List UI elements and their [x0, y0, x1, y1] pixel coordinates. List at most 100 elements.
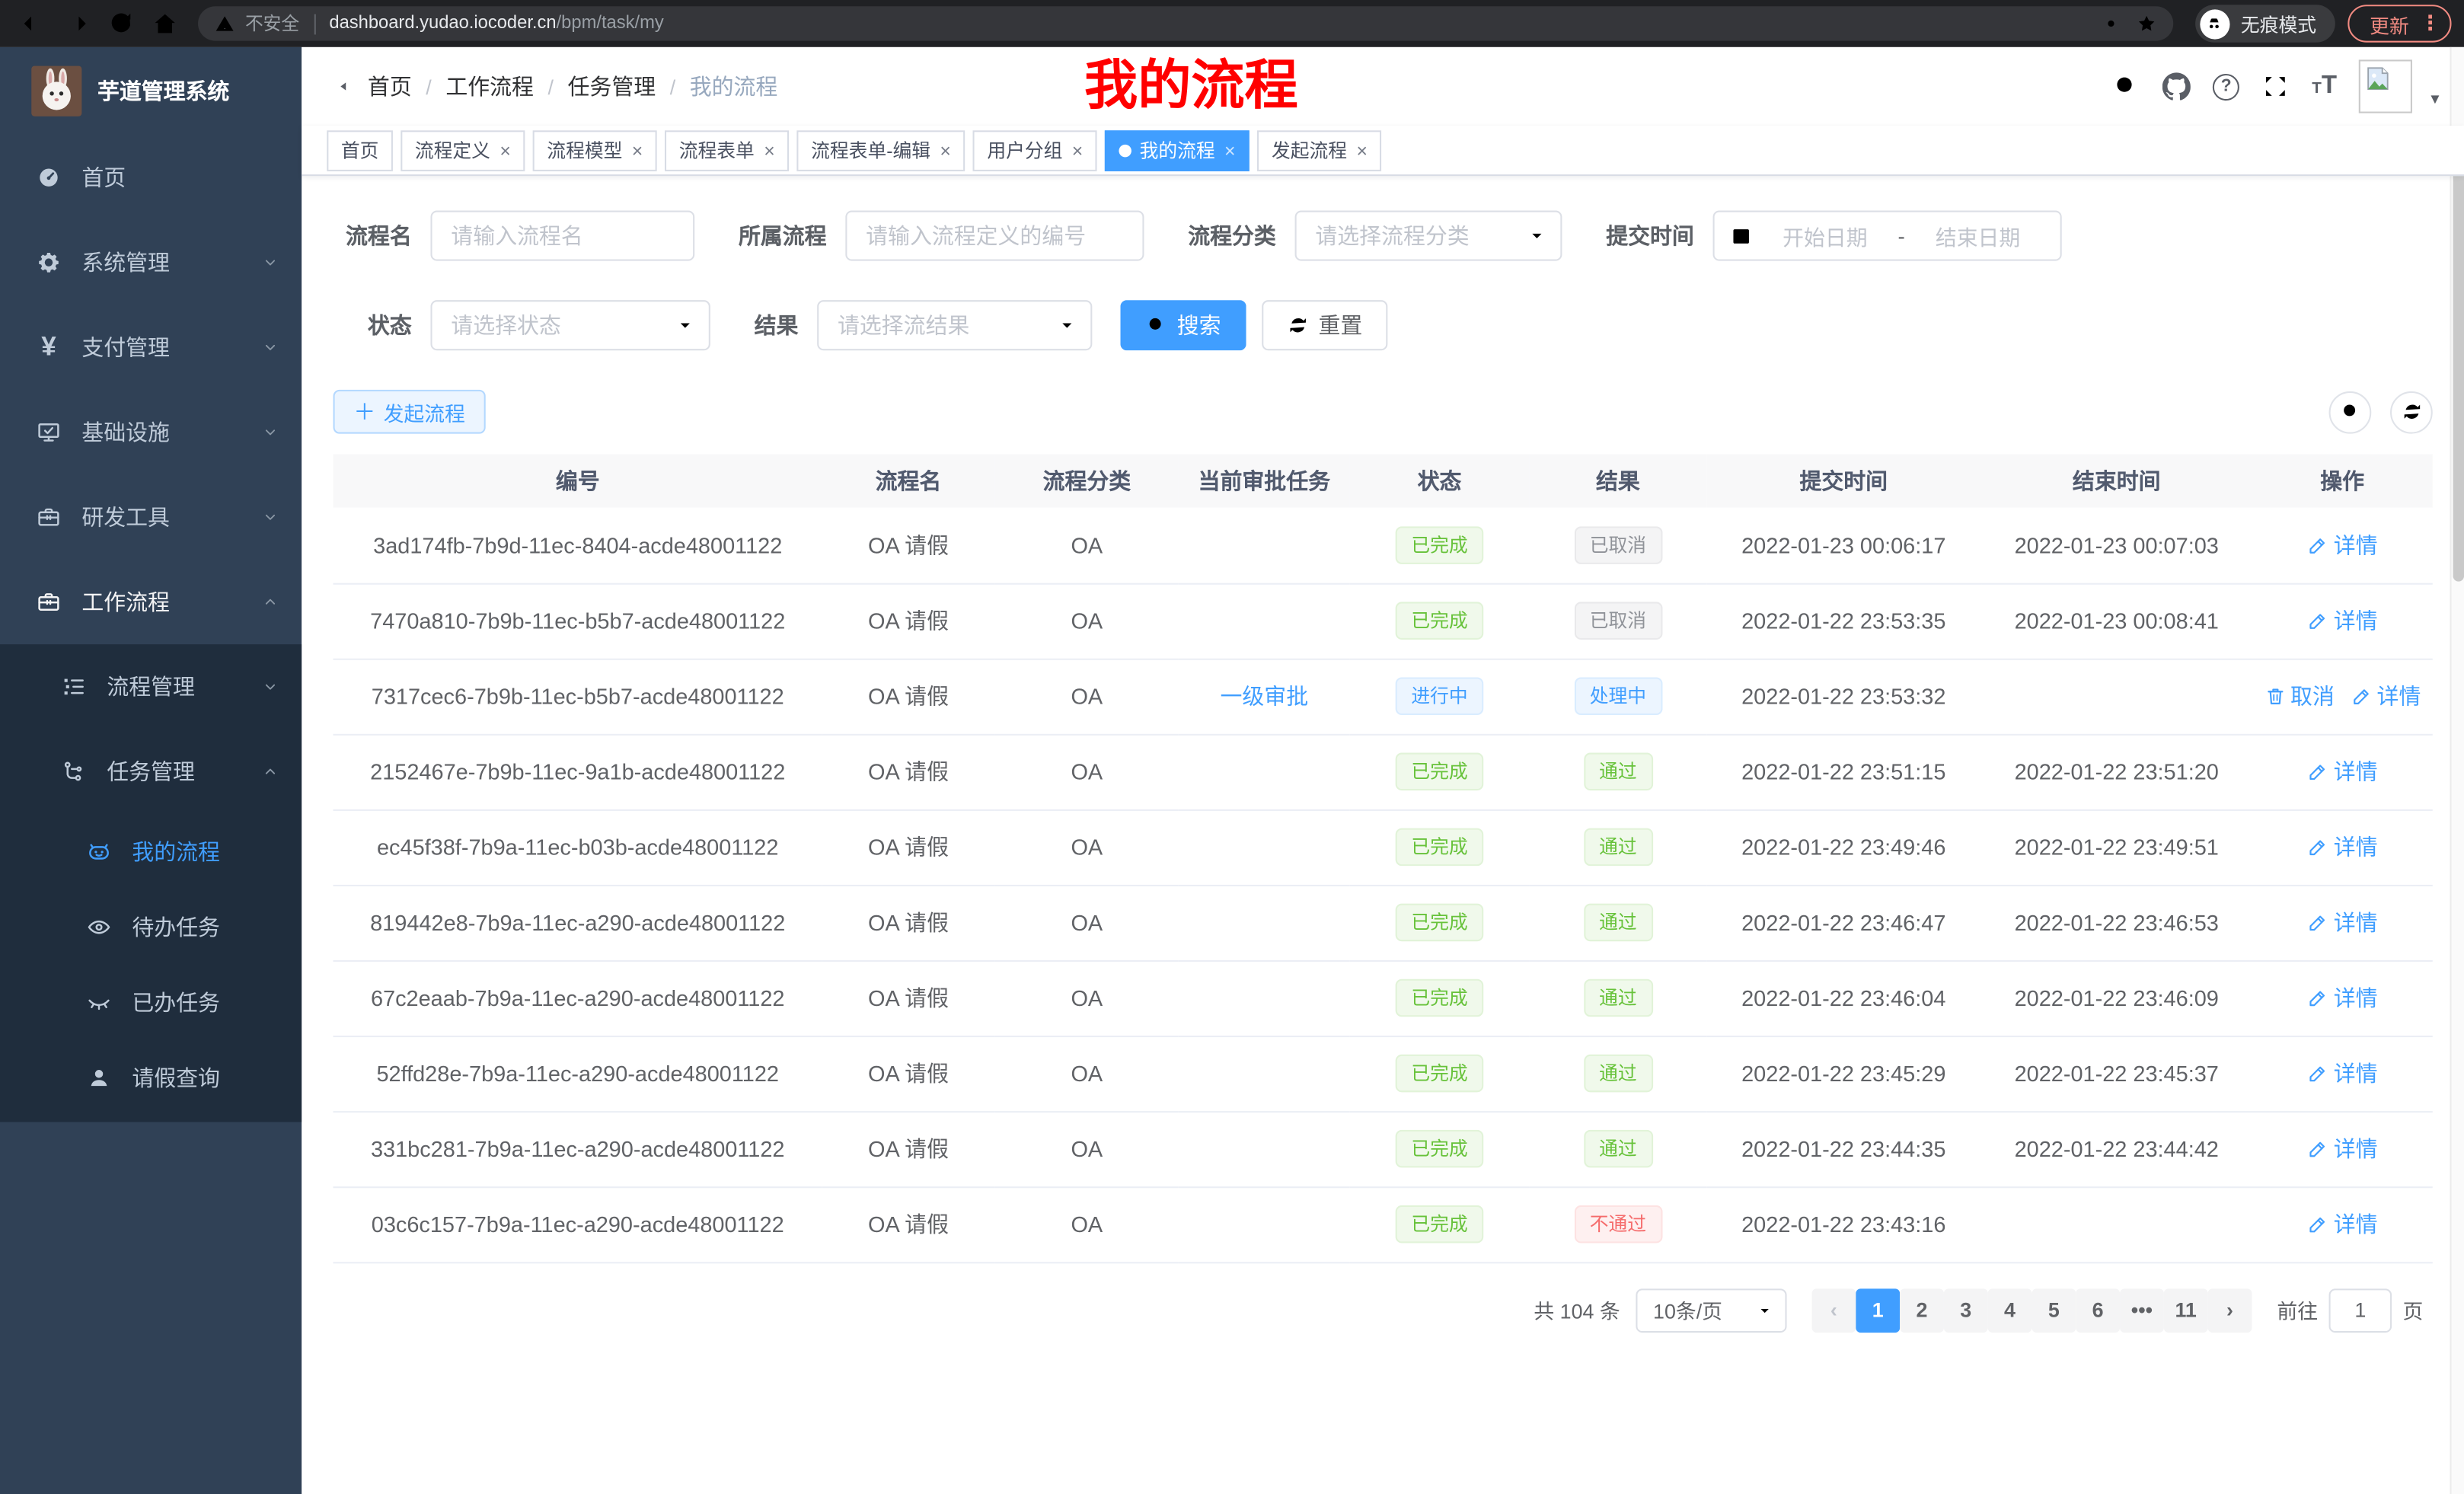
calendar-icon: [1730, 225, 1752, 247]
security-label[interactable]: 不安全: [245, 11, 299, 36]
browser-back-icon[interactable]: [13, 3, 54, 44]
more-pages-button[interactable]: •••: [2120, 1288, 2164, 1332]
sidebar-item-done-tasks[interactable]: 已办任务: [0, 965, 302, 1040]
tab-process-model[interactable]: 流程模型×: [533, 129, 657, 171]
header-search-icon[interactable]: [2112, 72, 2140, 101]
sidebar-item-my-process[interactable]: 我的流程: [0, 814, 302, 889]
detail-action-link[interactable]: 详情: [2307, 1133, 2378, 1164]
detail-action-link[interactable]: 详情: [2307, 907, 2378, 938]
detail-action-link[interactable]: 详情: [2307, 1058, 2378, 1089]
close-tab-icon[interactable]: ×: [764, 141, 774, 160]
scrollbar-thumb[interactable]: [2453, 142, 2464, 582]
cell-id: 2152467e-7b9b-11ec-9a1b-acde48001122: [334, 734, 822, 809]
current-task-link[interactable]: 一级审批: [1221, 681, 1309, 712]
page-button-5[interactable]: 5: [2032, 1288, 2076, 1332]
detail-action-link[interactable]: 详情: [2350, 681, 2421, 712]
sidebar-item-label: 我的流程: [132, 836, 220, 867]
avatar-broken-image[interactable]: [2359, 59, 2412, 113]
sidebar-item-leave-query[interactable]: 请假查询: [0, 1040, 302, 1116]
close-tab-icon[interactable]: ×: [1356, 141, 1367, 160]
detail-action-link[interactable]: 详情: [2307, 529, 2378, 560]
sidebar-item-home[interactable]: 首页: [0, 135, 302, 219]
help-icon[interactable]: ?: [2213, 73, 2239, 100]
breadcrumb-item[interactable]: 首页: [368, 71, 412, 102]
sidebar-item-infrastructure[interactable]: 基础设施: [0, 390, 302, 474]
page-size-select[interactable]: 10条/页: [1636, 1288, 1786, 1332]
sidebar-item-workflow[interactable]: 工作流程: [0, 560, 302, 644]
tab-my-process[interactable]: 我的流程×: [1105, 129, 1250, 171]
cell-id: 3ad174fb-7b9d-11ec-8404-acde48001122: [334, 508, 822, 583]
process-definition-input[interactable]: [845, 211, 1144, 261]
result-badge: 处理中: [1574, 677, 1662, 715]
cancel-action-link[interactable]: 取消: [2264, 681, 2335, 712]
column-header: 结束时间: [1981, 454, 2252, 507]
tab-process-form[interactable]: 流程表单×: [665, 129, 789, 171]
sidebar: 芋道管理系统 首页系统管理¥支付管理基础设施研发工具工作流程 流程管理任务管理我…: [0, 47, 302, 1494]
refresh-table-button[interactable]: [2390, 391, 2433, 433]
page-button-4[interactable]: 4: [1988, 1288, 2032, 1332]
tab-start-process[interactable]: 发起流程×: [1257, 129, 1381, 171]
search-button[interactable]: 搜索: [1120, 300, 1246, 350]
sidebar-item-dev-tools[interactable]: 研发工具: [0, 474, 302, 559]
sidebar-item-process-management[interactable]: 流程管理: [0, 644, 302, 729]
status-badge: 已完成: [1396, 602, 1484, 640]
page-button-3[interactable]: 3: [1944, 1288, 1988, 1332]
font-size-icon[interactable]: TT: [2312, 74, 2337, 99]
status-select[interactable]: 请选择状态: [430, 300, 710, 350]
avatar-caret-icon[interactable]: ▼: [2428, 91, 2442, 107]
show-search-toggle-button[interactable]: [2329, 391, 2372, 433]
cell-result: 已取消: [1530, 583, 1706, 659]
browser-update-button[interactable]: 更新 ⋮: [2348, 5, 2451, 43]
tab-process-definition[interactable]: 流程定义×: [401, 129, 525, 171]
goto-prefix-label: 前往: [2277, 1295, 2318, 1325]
tab-user-group[interactable]: 用户分组×: [973, 129, 1097, 171]
tab-process-form-edit[interactable]: 流程表单-编辑×: [797, 129, 965, 171]
browser-forward-icon[interactable]: [56, 3, 97, 44]
plus-icon: ＋: [353, 401, 375, 423]
address-bar[interactable]: 不安全 dashboard.yudao.iocoder.cn/bpm/task/…: [198, 6, 2173, 40]
start-process-button[interactable]: ＋ 发起流程: [334, 390, 486, 434]
browser-menu-dots-icon[interactable]: ⋮: [2420, 11, 2440, 36]
close-tab-icon[interactable]: ×: [632, 141, 643, 160]
detail-action-link[interactable]: 详情: [2307, 756, 2378, 787]
result-select[interactable]: 请选择流结果: [817, 300, 1092, 350]
cell-actions: 取消详情: [2252, 659, 2433, 734]
prev-page-button[interactable]: ‹: [1811, 1288, 1856, 1332]
browser-reload-icon[interactable]: [101, 3, 142, 44]
password-key-icon[interactable]: [2104, 13, 2126, 35]
process-name-input[interactable]: [430, 211, 694, 261]
filter-label-definition: 所属流程: [739, 220, 827, 251]
detail-action-link[interactable]: 详情: [2307, 832, 2378, 863]
page-button-6[interactable]: 6: [2076, 1288, 2120, 1332]
cell-process-name: OA 请假: [822, 960, 994, 1036]
page-button-11[interactable]: 11: [2164, 1288, 2208, 1332]
close-tab-icon[interactable]: ×: [940, 141, 950, 160]
detail-action-link[interactable]: 详情: [2307, 1208, 2378, 1240]
close-tab-icon[interactable]: ×: [1072, 141, 1083, 160]
bookmark-star-icon[interactable]: [2136, 13, 2158, 35]
breadcrumb-item[interactable]: 工作流程: [445, 71, 534, 102]
detail-action-link[interactable]: 详情: [2307, 605, 2378, 637]
tab-home[interactable]: 首页: [327, 129, 393, 171]
page-button-2[interactable]: 2: [1900, 1288, 1944, 1332]
close-tab-icon[interactable]: ×: [500, 141, 510, 160]
sidebar-item-system[interactable]: 系统管理: [0, 220, 302, 305]
submit-time-range-picker[interactable]: 开始日期 - 结束日期: [1713, 211, 2062, 261]
goto-page-input[interactable]: [2329, 1288, 2392, 1332]
page-scrollbar[interactable]: [2450, 47, 2464, 1494]
github-icon[interactable]: [2162, 72, 2191, 101]
detail-action-link[interactable]: 详情: [2307, 982, 2378, 1014]
reset-button[interactable]: 重置: [1262, 300, 1387, 350]
next-page-button[interactable]: ›: [2208, 1288, 2252, 1332]
sidebar-item-task-management[interactable]: 任务管理: [0, 729, 302, 814]
sidebar-item-payment[interactable]: ¥支付管理: [0, 305, 302, 389]
breadcrumb-item[interactable]: 任务管理: [568, 71, 656, 102]
close-tab-icon[interactable]: ×: [1224, 141, 1235, 160]
sidebar-item-todo-tasks[interactable]: 待办任务: [0, 889, 302, 965]
page-button-1[interactable]: 1: [1856, 1288, 1900, 1332]
browser-home-icon[interactable]: [145, 3, 186, 44]
category-select[interactable]: 请选择流程分类: [1295, 211, 1562, 261]
sidebar-collapse-icon[interactable]: [302, 47, 368, 126]
url-text[interactable]: dashboard.yudao.iocoder.cn/bpm/task/my: [329, 14, 663, 34]
fullscreen-icon[interactable]: [2261, 72, 2290, 101]
